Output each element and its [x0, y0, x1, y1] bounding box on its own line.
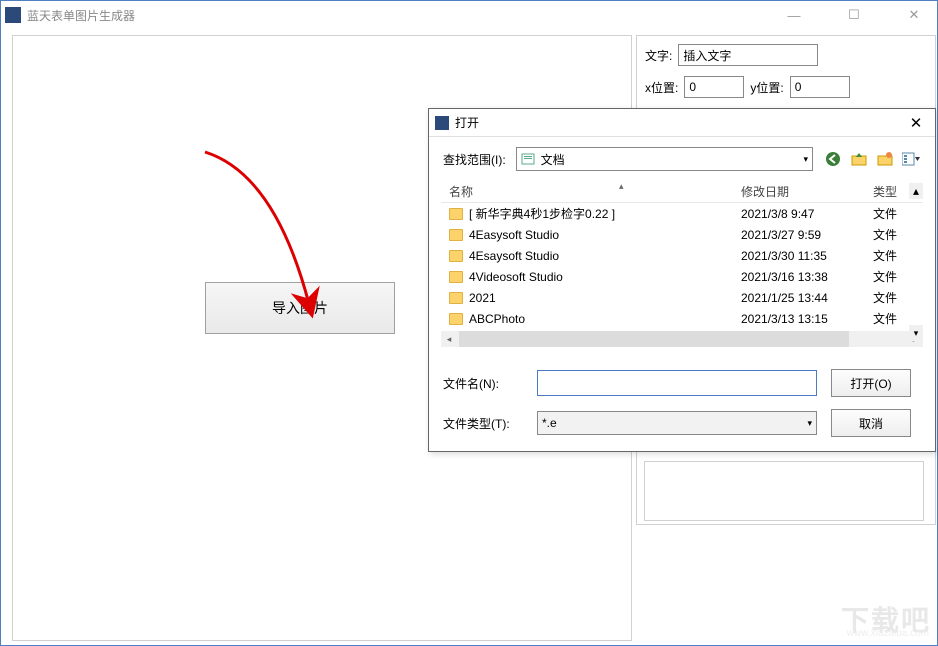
folder-icon: [449, 271, 463, 283]
file-row[interactable]: 2021 2021/1/25 13:44文件: [441, 287, 923, 308]
scrollbar-thumb[interactable]: [459, 331, 849, 347]
column-name-header[interactable]: 名称: [441, 183, 741, 200]
open-button[interactable]: 打开(O): [831, 369, 911, 397]
dialog-footer: 文件名(N): 打开(O) 文件类型(T): *.e ▾ 取消: [429, 359, 935, 459]
file-type: 文件: [873, 205, 921, 222]
ypos-label: y位置:: [750, 79, 783, 96]
ypos-input[interactable]: [790, 76, 850, 98]
file-type: 文件: [873, 268, 921, 285]
documents-folder-icon: [521, 152, 535, 166]
file-row[interactable]: [ 新华字典4秒1步检字0.22 ] 2021/3/8 9:47文件: [441, 203, 923, 224]
filename-label: 文件名(N):: [443, 375, 523, 392]
file-list: ▴ 名称 修改日期 类型 ▴ [ 新华字典4秒1步检字0.22 ] 2021/3/…: [441, 181, 923, 359]
sort-indicator-icon: ▴: [619, 181, 624, 192]
filetype-row: 文件类型(T): *.e ▾ 取消: [443, 409, 921, 437]
scroll-up-icon[interactable]: ▴: [909, 183, 923, 199]
folder-icon: [449, 292, 463, 304]
new-folder-icon[interactable]: [875, 149, 895, 169]
file-date: 2021/3/30 11:35: [741, 249, 873, 263]
dialog-close-button[interactable]: ✕: [903, 114, 929, 132]
column-headers[interactable]: 名称 修改日期 类型: [441, 181, 923, 203]
file-rows: [ 新华字典4秒1步检字0.22 ]2021/3/8 9:47文件4Easyso…: [441, 203, 923, 329]
text-label: 文字:: [645, 47, 672, 64]
xpos-label: x位置:: [645, 79, 678, 96]
file-date: 2021/3/16 13:38: [741, 270, 873, 284]
scroll-down-icon[interactable]: ▾: [909, 325, 923, 341]
file-row[interactable]: 4Easysoft Studio 2021/3/27 9:59文件: [441, 224, 923, 245]
file-date: 2021/3/13 13:15: [741, 312, 873, 326]
position-row: x位置: y位置:: [645, 76, 927, 98]
horizontal-scrollbar[interactable]: ◂ ▸: [441, 331, 923, 347]
lookup-label: 查找范围(I):: [443, 151, 506, 168]
file-date: 2021/3/8 9:47: [741, 207, 873, 221]
main-titlebar[interactable]: 蓝天表单图片生成器 — ☐ ✕: [1, 1, 937, 29]
text-field-row: 文字:: [645, 44, 927, 66]
dialog-toolbar: [823, 149, 921, 169]
view-menu-icon[interactable]: [901, 149, 921, 169]
file-open-dialog: 打开 ✕ 查找范围(I): 文档 ▾ ▴ 名称 修改日期 类型 ▴ [ 新华字典…: [428, 108, 936, 452]
file-name: ABCPhoto: [469, 312, 525, 326]
file-row[interactable]: 4Esaysoft Studio 2021/3/30 11:35文件: [441, 245, 923, 266]
file-date: 2021/3/27 9:59: [741, 228, 873, 242]
scroll-left-icon[interactable]: ◂: [441, 331, 457, 347]
file-row[interactable]: 4Videosoft Studio 2021/3/16 13:38文件: [441, 266, 923, 287]
chevron-down-icon: ▾: [807, 418, 812, 429]
folder-icon: [449, 313, 463, 325]
file-type: 文件: [873, 226, 921, 243]
file-name: 4Videosoft Studio: [469, 270, 563, 284]
file-name: 4Esaysoft Studio: [469, 249, 559, 263]
location-combo[interactable]: 文档 ▾: [516, 147, 813, 171]
minimize-button[interactable]: —: [781, 6, 807, 24]
folder-icon: [449, 250, 463, 262]
close-button[interactable]: ✕: [901, 6, 927, 24]
text-input[interactable]: [678, 44, 818, 66]
dialog-title: 打开: [455, 114, 903, 131]
filetype-value: *.e: [542, 416, 557, 430]
file-type: 文件: [873, 289, 921, 306]
up-folder-icon[interactable]: [849, 149, 869, 169]
column-date-header[interactable]: 修改日期: [741, 183, 873, 200]
location-name: 文档: [541, 151, 565, 168]
file-type: 文件: [873, 247, 921, 264]
window-controls: — ☐ ✕: [781, 6, 927, 24]
file-name: [ 新华字典4秒1步检字0.22 ]: [469, 205, 615, 222]
app-icon: [5, 7, 21, 23]
dialog-icon: [435, 116, 449, 130]
maximize-button[interactable]: ☐: [841, 6, 867, 24]
file-date: 2021/1/25 13:44: [741, 291, 873, 305]
filetype-combo[interactable]: *.e ▾: [537, 411, 817, 435]
cancel-button[interactable]: 取消: [831, 409, 911, 437]
import-image-button[interactable]: 导入图片: [205, 282, 395, 334]
folder-icon: [449, 229, 463, 241]
app-title: 蓝天表单图片生成器: [27, 7, 781, 24]
preview-box: [644, 461, 924, 521]
file-row[interactable]: ABCPhoto2021/3/13 13:15文件: [441, 308, 923, 329]
filename-row: 文件名(N): 打开(O): [443, 369, 921, 397]
dialog-titlebar[interactable]: 打开 ✕: [429, 109, 935, 137]
chevron-down-icon: ▾: [803, 154, 808, 165]
filetype-label: 文件类型(T):: [443, 415, 523, 432]
file-name: 4Easysoft Studio: [469, 228, 559, 242]
folder-icon: [449, 208, 463, 220]
filename-input[interactable]: [537, 370, 817, 396]
back-icon[interactable]: [823, 149, 843, 169]
lookup-row: 查找范围(I): 文档 ▾: [429, 137, 935, 181]
file-name: 2021: [469, 291, 496, 305]
xpos-input[interactable]: [684, 76, 744, 98]
